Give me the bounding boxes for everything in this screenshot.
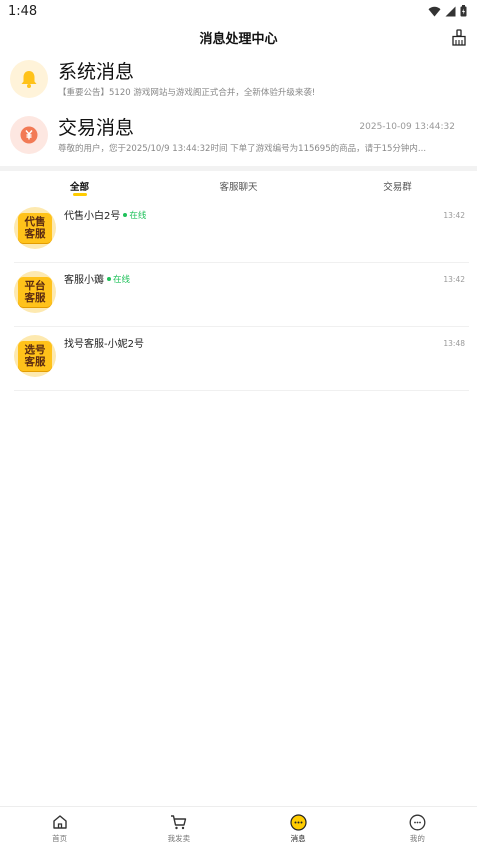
message-tabs: 全部 客服聊天 交易群 xyxy=(0,171,477,199)
nav-label: 我发卖 xyxy=(167,834,191,843)
avatar-text: 客服 xyxy=(24,228,46,240)
chat-name: 找号客服-小妮2号 xyxy=(64,339,144,350)
system-message-avatar xyxy=(10,60,48,98)
signal-icon xyxy=(445,6,456,16)
avatar-text: 客服 xyxy=(24,356,46,368)
chat-name: 客服小薅 xyxy=(64,275,104,286)
avatar: 代售 客服 xyxy=(14,207,56,249)
online-status: 在线 xyxy=(113,274,131,285)
tab-customer-service[interactable]: 客服聊天 xyxy=(159,171,318,199)
wifi-icon xyxy=(428,6,441,16)
nav-messages[interactable]: 消息 xyxy=(239,807,358,848)
chat-list: 代售 客服 代售小白2号 在线 13:42 平台 客服 客服小薅 在线 13:4… xyxy=(0,199,477,391)
trade-message-avatar xyxy=(10,116,48,154)
avatar-text: 选号 xyxy=(24,344,46,356)
status-bar: 1:48 xyxy=(0,0,477,22)
nav-sell[interactable]: 我发卖 xyxy=(119,807,238,848)
bottom-nav: 首页 我发卖 消息 我的 xyxy=(0,806,477,848)
bell-icon xyxy=(21,71,37,88)
system-message-title: 系统消息 xyxy=(58,61,135,83)
trade-message-time: 2025-10-09 13:44:32 xyxy=(359,122,455,132)
trade-message-preview: 尊敬的用户，您于2025/10/9 13:44:32时间 下单了游戏编号为115… xyxy=(58,144,427,154)
system-message-row[interactable]: 系统消息 【重要公告】5120 游戏网站与游戏阁正式合并，全新体验升级来袭! xyxy=(0,52,477,110)
nav-label: 消息 xyxy=(290,834,306,843)
message-icon xyxy=(290,813,307,831)
header: 消息处理中心 xyxy=(0,22,477,52)
avatar-text: 平台 xyxy=(24,280,46,292)
chat-time: 13:42 xyxy=(443,275,465,284)
nav-label: 首页 xyxy=(52,834,68,843)
clean-button[interactable] xyxy=(449,27,469,47)
chat-item[interactable]: 平台 客服 客服小薅 在线 13:42 xyxy=(14,263,469,327)
online-dot-icon xyxy=(107,276,111,281)
chat-time: 13:48 xyxy=(443,339,465,348)
avatar-text: 代售 xyxy=(24,216,46,228)
avatar: 平台 客服 xyxy=(14,271,56,313)
status-icons xyxy=(428,5,467,17)
nav-profile[interactable]: 我的 xyxy=(358,807,477,848)
avatar: 选号 客服 xyxy=(14,335,56,377)
chat-item[interactable]: 代售 客服 代售小白2号 在线 13:42 xyxy=(14,199,469,263)
trade-message-row[interactable]: 交易消息 尊敬的用户，您于2025/10/9 13:44:32时间 下单了游戏编… xyxy=(0,110,477,166)
nav-label: 我的 xyxy=(409,834,425,843)
system-message-preview: 【重要公告】5120 游戏网站与游戏阁正式合并，全新体验升级来袭! xyxy=(58,88,316,98)
profile-icon xyxy=(409,814,426,830)
page-title: 消息处理中心 xyxy=(199,31,278,47)
battery-icon xyxy=(460,5,467,17)
tab-all[interactable]: 全部 xyxy=(0,171,159,199)
broom-icon xyxy=(452,28,466,46)
status-time: 1:48 xyxy=(8,3,38,19)
online-dot-icon xyxy=(123,212,128,217)
chat-time: 13:42 xyxy=(443,211,465,220)
home-icon xyxy=(52,815,67,829)
yen-coin-icon xyxy=(20,126,38,144)
tab-trade-group[interactable]: 交易群 xyxy=(318,171,477,199)
cart-icon xyxy=(171,815,187,830)
nav-home[interactable]: 首页 xyxy=(0,807,119,848)
chat-item[interactable]: 选号 客服 找号客服-小妮2号 13:48 xyxy=(14,327,469,391)
online-status: 在线 xyxy=(129,210,147,221)
chat-name: 代售小白2号 xyxy=(64,211,121,222)
avatar-text: 客服 xyxy=(24,292,46,304)
